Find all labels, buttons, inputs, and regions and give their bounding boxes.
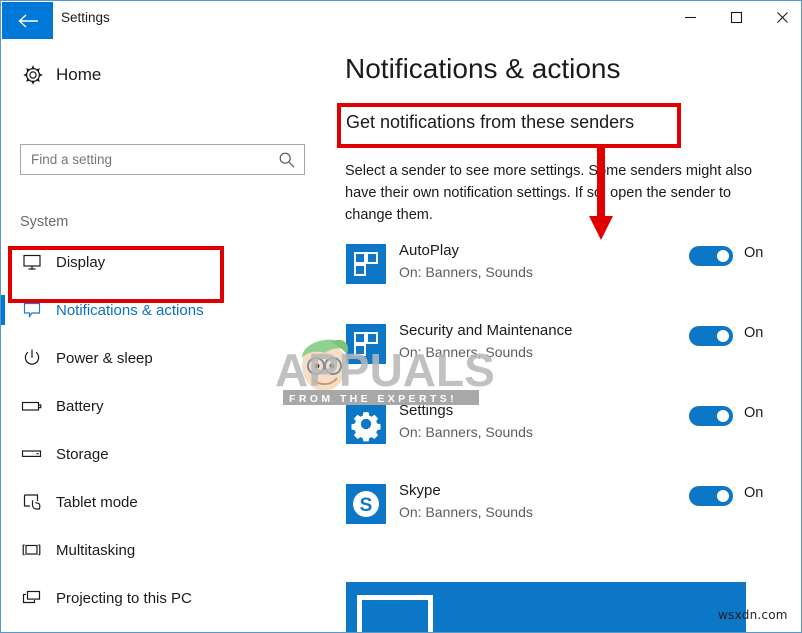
close-button[interactable] xyxy=(759,2,801,33)
toggle-knob xyxy=(717,330,729,342)
sender-toggle[interactable] xyxy=(689,486,733,506)
main-content: Notifications & actions Get notification… xyxy=(322,39,801,632)
sender-status: On: Banners, Sounds xyxy=(399,504,533,520)
battery-icon xyxy=(19,399,45,413)
toggle-state-label: On xyxy=(744,325,764,341)
sidebar-item-tablet-mode[interactable]: Tablet mode xyxy=(2,484,322,520)
sidebar-item-shared-experiences[interactable]: Shared experiences xyxy=(2,628,322,632)
sender-name: AutoPlay xyxy=(399,242,460,259)
search-input[interactable] xyxy=(31,152,271,167)
toggle-state-label: On xyxy=(744,245,764,261)
sidebar-item-multitasking[interactable]: Multitasking xyxy=(2,532,322,568)
toggle-knob xyxy=(717,250,729,262)
multitasking-icon xyxy=(19,542,45,558)
window-title: Settings xyxy=(61,10,110,25)
sender-list: AutoPlay On: Banners, Sounds On Security… xyxy=(322,238,801,558)
sidebar-nav: Display Notifications & actions Power & … xyxy=(1,244,322,632)
sidebar-item-storage[interactable]: Storage xyxy=(2,436,322,472)
sender-name: Settings xyxy=(399,402,454,419)
page-title: Notifications & actions xyxy=(345,53,621,84)
minimize-icon xyxy=(684,16,696,19)
sidebar-item-home[interactable]: Home xyxy=(2,58,302,92)
power-icon xyxy=(19,348,45,368)
projecting-icon xyxy=(19,589,45,607)
sender-name: Security and Maintenance xyxy=(399,322,573,339)
sidebar-item-battery[interactable]: Battery xyxy=(2,388,322,424)
gear-icon xyxy=(346,404,386,444)
sidebar-item-label: Notifications & actions xyxy=(56,301,204,319)
sidebar: Home System xyxy=(1,39,322,632)
toggle-knob xyxy=(717,490,729,502)
toggle-state-label: On xyxy=(744,405,764,421)
toggle-knob xyxy=(717,410,729,422)
minimize-button[interactable] xyxy=(667,2,713,33)
sidebar-item-label: Multitasking xyxy=(56,541,136,559)
autoplay-tiles-icon xyxy=(346,324,386,364)
title-bar: Settings xyxy=(1,0,801,39)
sender-toggle[interactable] xyxy=(689,246,733,266)
sender-status: On: Banners, Sounds xyxy=(399,424,533,440)
settings-window: Settings Home Find a setting System Disp… xyxy=(0,0,802,633)
svg-text:S: S xyxy=(360,495,373,516)
maximize-icon xyxy=(730,11,742,24)
sender-name: Skype xyxy=(399,482,441,499)
maximize-button[interactable] xyxy=(713,2,759,33)
search-box[interactable] xyxy=(20,144,305,175)
sidebar-item-label: Storage xyxy=(56,445,109,463)
list-item[interactable]: Settings On: Banners, Sounds On xyxy=(322,398,801,458)
sidebar-item-display[interactable]: Display xyxy=(2,244,322,280)
section-heading: Get notifications from these senders xyxy=(346,112,635,132)
sidebar-item-label: Battery xyxy=(56,397,104,415)
list-item[interactable]: S Skype On: Banners, Sounds On xyxy=(322,478,801,538)
search-icon[interactable] xyxy=(278,151,296,174)
list-item[interactable]: AutoPlay On: Banners, Sounds On xyxy=(322,238,801,298)
list-item[interactable]: Security and Maintenance On: Banners, So… xyxy=(322,318,801,378)
watermark-site: wsxdn.com xyxy=(718,608,788,622)
sidebar-section-label: System xyxy=(20,214,69,230)
sidebar-item-notifications-and-actions[interactable]: Notifications & actions xyxy=(1,292,322,328)
sidebar-item-label: Display xyxy=(56,253,106,271)
monitor-icon xyxy=(19,253,45,271)
sender-status: On: Banners, Sounds xyxy=(399,344,533,360)
sidebar-item-label: Projecting to this PC xyxy=(56,589,192,607)
sender-toggle[interactable] xyxy=(689,406,733,426)
sidebar-home-label: Home xyxy=(56,65,102,84)
tablet-touch-icon xyxy=(19,492,45,512)
sidebar-item-label: Power & sleep xyxy=(56,349,153,367)
back-arrow-icon xyxy=(17,13,38,28)
section-description: Select a sender to see more settings. So… xyxy=(345,163,753,223)
sidebar-item-projecting-to-this-pc[interactable]: Projecting to this PC xyxy=(2,580,322,616)
sidebar-item-power-and-sleep[interactable]: Power & sleep xyxy=(2,340,322,376)
partial-tile-icon xyxy=(357,595,433,632)
autoplay-tiles-icon xyxy=(346,244,386,284)
storage-drive-icon xyxy=(19,448,45,460)
close-icon xyxy=(776,12,788,23)
toggle-state-label: On xyxy=(744,485,764,501)
skype-icon: S xyxy=(346,484,386,524)
list-item-partial[interactable] xyxy=(346,582,746,632)
gear-icon xyxy=(19,65,47,85)
sidebar-item-label: Tablet mode xyxy=(56,493,138,511)
sender-status: On: Banners, Sounds xyxy=(399,264,533,280)
back-button[interactable] xyxy=(2,2,53,39)
notification-bubble-icon xyxy=(19,301,45,319)
sender-toggle[interactable] xyxy=(689,326,733,346)
